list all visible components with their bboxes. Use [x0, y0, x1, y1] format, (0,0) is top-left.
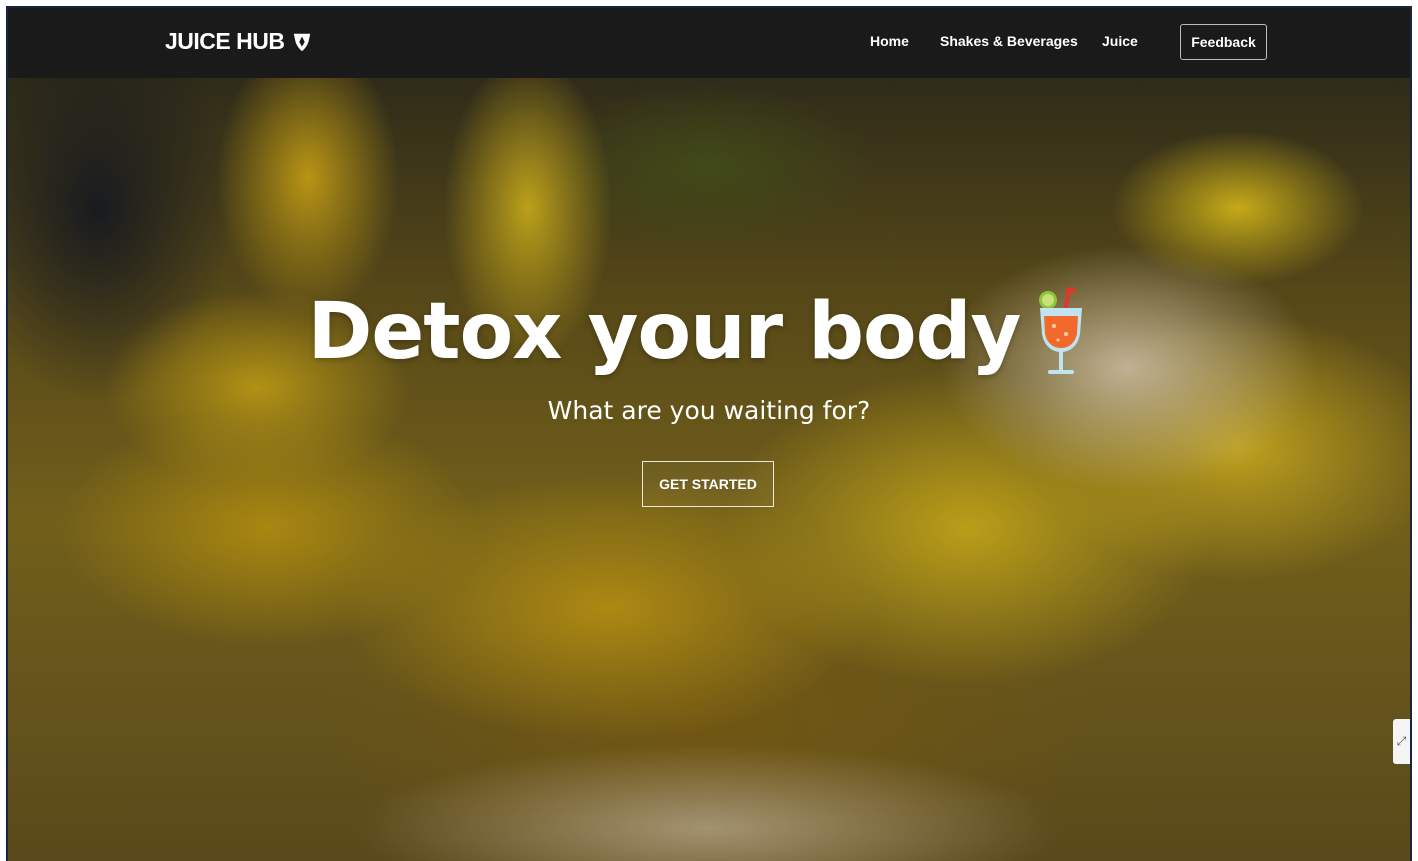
feedback-button[interactable]: Feedback — [1180, 24, 1267, 60]
nav-juice[interactable]: Juice — [1102, 33, 1138, 49]
nav-shakes-beverages[interactable]: Shakes & Beverages — [940, 33, 1078, 49]
hero-title-text: Detox your body — [307, 287, 1022, 377]
navbar: JUICE HUB Home Shakes & Beverages Juice … — [8, 8, 1410, 78]
brand-name: JUICE HUB — [165, 28, 285, 54]
get-started-button[interactable]: GET STARTED — [642, 461, 774, 507]
hero-title: Detox your body — [8, 286, 1410, 378]
cocktail-icon — [1039, 287, 1083, 374]
page-frame: JUICE HUB Home Shakes & Beverages Juice … — [8, 8, 1410, 861]
expand-icon: ⤢ — [1396, 734, 1407, 748]
hero-subtitle: What are you waiting for? — [547, 396, 871, 425]
side-widget[interactable]: ⤢ — [1393, 719, 1410, 764]
brand-logo[interactable]: JUICE HUB — [165, 28, 313, 55]
hero-overlay — [8, 8, 1410, 861]
nav-home[interactable]: Home — [870, 33, 909, 49]
shield-leaf-icon — [294, 33, 311, 51]
